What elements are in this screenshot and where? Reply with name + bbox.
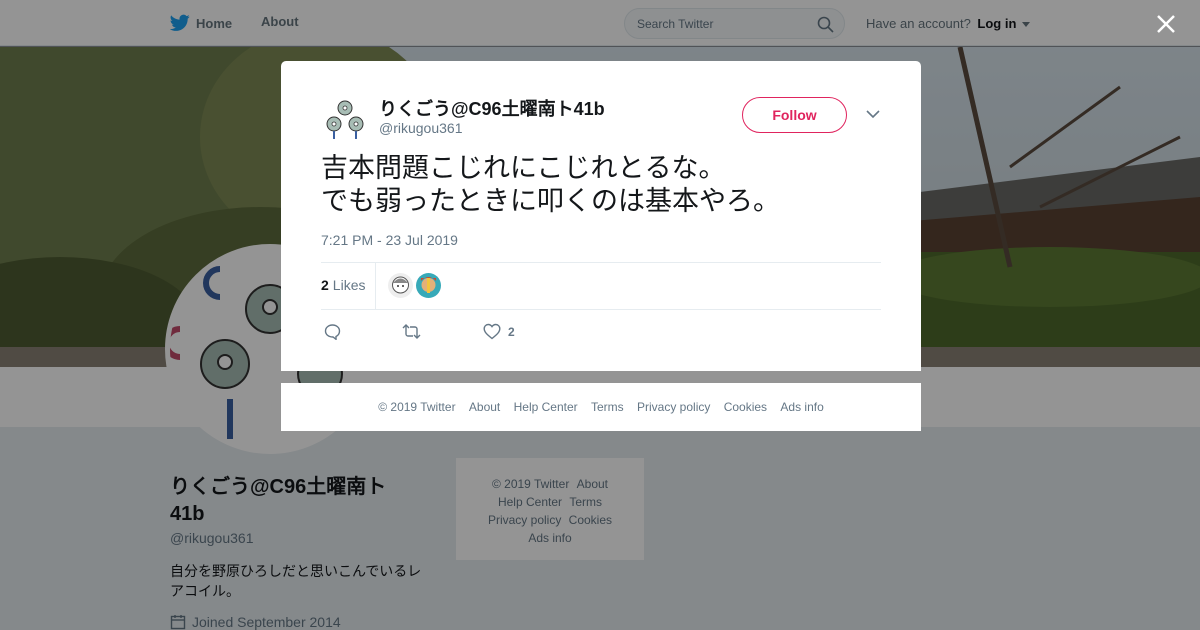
tweet-timestamp[interactable]: 7:21 PM - 23 Jul 2019 — [321, 232, 458, 248]
tweet-author-avatar[interactable] — [321, 94, 369, 142]
follow-button[interactable]: Follow — [742, 97, 847, 133]
footer-ads[interactable]: Ads info — [780, 400, 823, 414]
likes-count[interactable]: 2 Likes — [321, 277, 365, 293]
like-button[interactable]: 2 — [483, 323, 515, 340]
footer-privacy[interactable]: Privacy policy — [637, 400, 710, 414]
tweet-author-name[interactable]: りくごう@C96土曜南ト41b — [379, 95, 605, 121]
reply-button[interactable] — [324, 323, 341, 340]
footer-copyright: © 2019 Twitter — [378, 400, 456, 414]
liker-avatar[interactable] — [388, 273, 413, 298]
divider — [321, 262, 881, 263]
reply-icon — [324, 324, 341, 340]
modal-footer: © 2019 Twitter About Help Center Terms P… — [281, 383, 921, 431]
chevron-down-icon[interactable] — [866, 109, 880, 119]
footer-about[interactable]: About — [469, 400, 500, 414]
tweet-text: 吉本問題こじれにこじれとるな。 でも弱ったときに叩くのは基本やろ。 — [321, 153, 780, 217]
divider — [321, 309, 881, 310]
tweet-modal: りくごう@C96土曜南ト41b @rikugou361 Follow 吉本問題こ… — [281, 61, 921, 371]
footer-terms[interactable]: Terms — [591, 400, 624, 414]
retweet-icon — [402, 324, 421, 339]
footer-help[interactable]: Help Center — [514, 400, 578, 414]
close-icon[interactable] — [1155, 13, 1177, 35]
likes-separator — [375, 263, 376, 309]
liker-avatar[interactable] — [416, 273, 441, 298]
heart-icon — [483, 323, 501, 340]
likes-number: 2 — [321, 277, 329, 293]
retweet-button[interactable] — [402, 323, 421, 340]
footer-cookies[interactable]: Cookies — [724, 400, 767, 414]
tweet-author-handle[interactable]: @rikugou361 — [379, 120, 463, 136]
likes-label: Likes — [332, 277, 366, 293]
like-count: 2 — [508, 324, 515, 339]
